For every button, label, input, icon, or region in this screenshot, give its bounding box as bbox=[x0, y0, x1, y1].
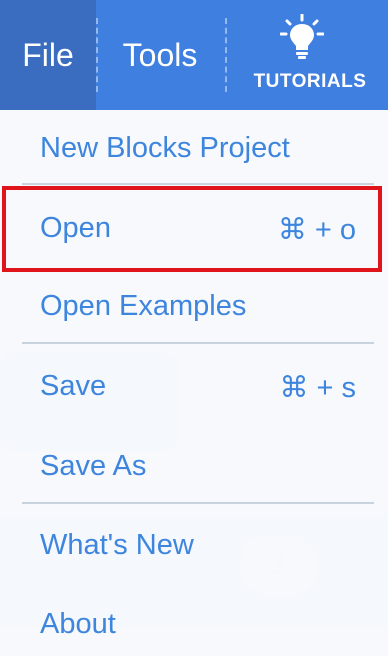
menu-separator bbox=[22, 502, 374, 504]
menu-item-label: Open Examples bbox=[40, 290, 247, 322]
menu-item-label: Save As bbox=[40, 450, 147, 482]
menu-item-shortcut: ⌘ + s bbox=[279, 372, 356, 404]
menu-separator bbox=[22, 342, 374, 344]
tutorials-label: TUTORIALS bbox=[253, 71, 367, 92]
file-menu-label: File bbox=[22, 36, 74, 73]
file-menu-button[interactable]: File bbox=[0, 0, 96, 110]
menu-item-open-examples[interactable]: Open Examples bbox=[0, 290, 388, 328]
menu-bar: File Tools TUTORIALS bbox=[0, 0, 388, 110]
menu-divider bbox=[225, 18, 227, 92]
menu-item-label: What's New bbox=[40, 529, 194, 561]
menu-item-save-as[interactable]: Save As bbox=[0, 450, 388, 488]
menu-separator bbox=[22, 183, 374, 185]
menu-item-whats-new[interactable]: What's New bbox=[0, 529, 388, 567]
selection-highlight bbox=[2, 186, 382, 272]
lightbulb-icon bbox=[280, 14, 324, 59]
menu-item-label: About bbox=[40, 608, 116, 640]
tools-menu-label: Tools bbox=[122, 36, 198, 73]
menu-item-about[interactable]: About bbox=[0, 608, 388, 646]
menu-item-label: New Blocks Project bbox=[40, 132, 290, 164]
menu-item-new-blocks-project[interactable]: New Blocks Project bbox=[0, 132, 388, 170]
tools-menu-button[interactable]: Tools bbox=[98, 0, 222, 110]
menu-item-save[interactable]: Save ⌘ + s bbox=[0, 370, 388, 408]
menu-item-label: Save bbox=[40, 370, 107, 402]
